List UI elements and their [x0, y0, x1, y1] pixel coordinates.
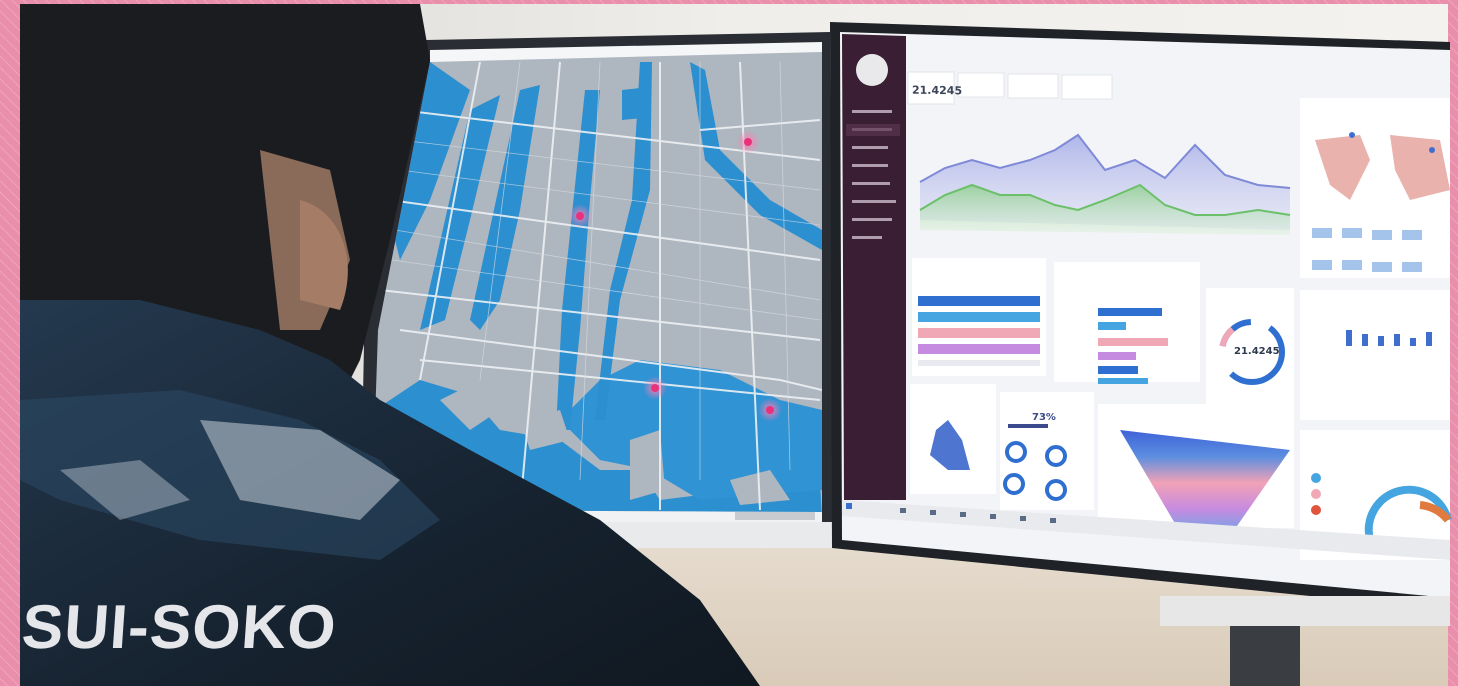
donut-center-value: 21.4245	[1234, 346, 1280, 357]
map-pin-icon	[744, 138, 752, 146]
photo-scene: 21.4245 21.4245 73% SUI-SOKO	[0, 0, 1458, 686]
dashboard-kpi-value: 21.4245	[912, 83, 963, 98]
jacket-lettering: SUI-SOKO	[19, 592, 382, 672]
jacket-text: SUI-SOKO	[19, 593, 340, 662]
photo-illustration	[0, 0, 1458, 686]
avatar-icon	[856, 54, 888, 86]
windows-start-icon	[846, 503, 852, 509]
sidebar-menu-icon	[842, 34, 906, 500]
gauge-percent: 73%	[1032, 412, 1056, 423]
